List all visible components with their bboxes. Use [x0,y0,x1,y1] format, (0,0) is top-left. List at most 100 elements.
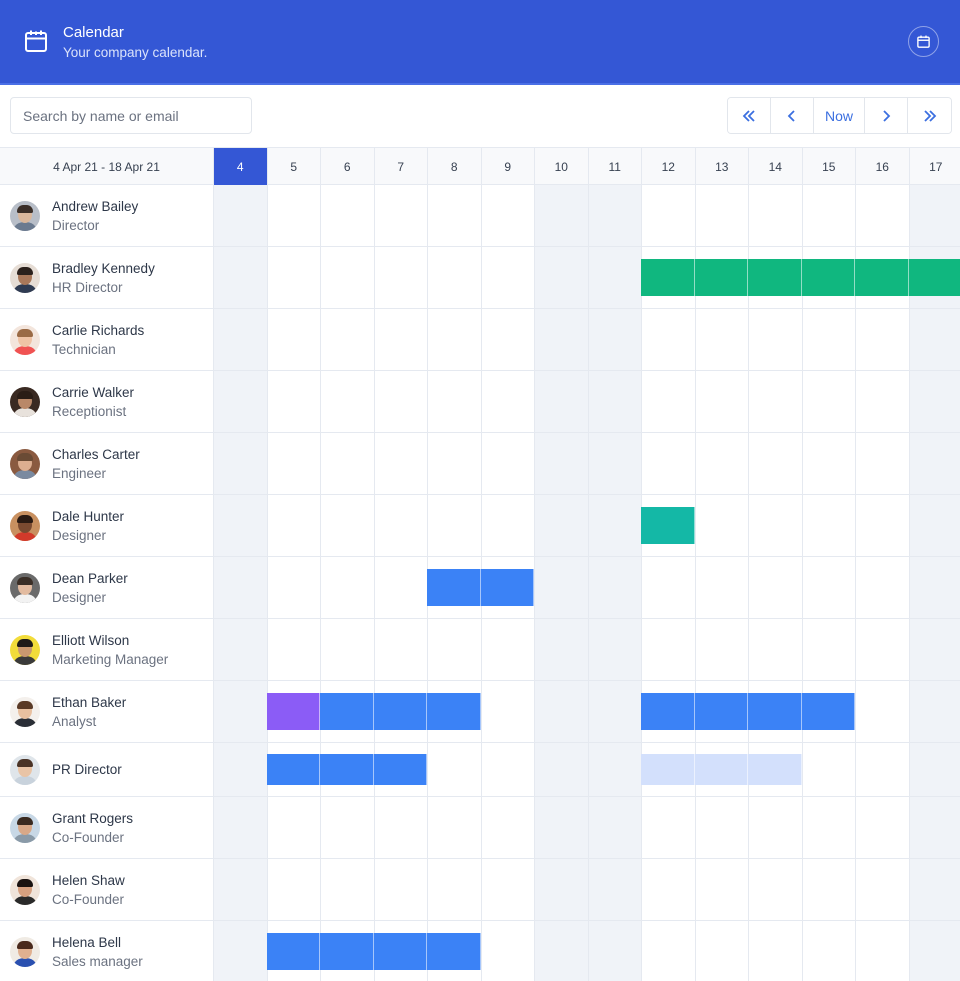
event-block-blue[interactable] [694,693,748,730]
person-row: Helena Bell Sales manager [0,921,960,981]
person-text: Charles Carter Engineer [52,445,140,483]
event-block-light_blue[interactable] [748,754,802,785]
person-info[interactable]: Dean Parker Designer [0,557,213,618]
double-chevron-left-icon [742,109,755,122]
day-header-10[interactable]: 10 [534,148,588,185]
person-name: Grant Rogers [52,810,134,826]
person-info[interactable]: Elliott Wilson Marketing Manager [0,619,213,680]
person-text: Bradley Kennedy HR Director [52,259,155,297]
person-text: Elliott Wilson Marketing Manager [52,631,168,669]
person-name: Carrie Walker [52,384,135,400]
person-row: PR Director [0,743,960,797]
person-info[interactable]: Helen Shaw Co-Founder [0,859,213,920]
day-header-6[interactable]: 6 [320,148,374,185]
person-name: Andrew Bailey [52,198,139,214]
person-row: Elliott Wilson Marketing Manager [0,619,960,681]
person-info[interactable]: PR Director [0,743,213,796]
event-block-blue[interactable] [427,933,481,970]
person-info[interactable]: Andrew Bailey Director [0,185,213,246]
person-info[interactable]: Ethan Baker Analyst [0,681,213,742]
day-header-8[interactable]: 8 [427,148,481,185]
person-text: Dale Hunter Designer [52,507,124,545]
event-block-blue[interactable] [373,754,427,785]
person-info[interactable]: Charles Carter Engineer [0,433,213,494]
event-block-green[interactable] [748,259,802,296]
day-header-13[interactable]: 13 [694,148,749,185]
person-row: Andrew Bailey Director [0,185,960,247]
person-text: Ethan Baker Analyst [52,693,126,731]
person-name: Bradley Kennedy [52,260,155,276]
page-title: Calendar [63,24,124,41]
event-block-blue[interactable] [641,693,695,730]
event-block-green[interactable] [801,259,855,296]
person-info[interactable]: Bradley Kennedy HR Director [0,247,213,308]
event-block-green[interactable] [641,259,695,296]
event-block-green[interactable] [908,259,960,296]
event-block-blue[interactable] [480,569,534,606]
person-info[interactable]: Helena Bell Sales manager [0,921,213,981]
person-row: Carrie Walker Receptionist [0,371,960,433]
event-block-purple[interactable] [266,693,320,730]
event-block-blue[interactable] [373,933,427,970]
person-role: HR Director [52,279,123,295]
day-header-15[interactable]: 15 [801,148,856,185]
event-block-blue[interactable] [320,693,374,730]
person-info[interactable]: Carlie Richards Technician [0,309,213,370]
event-block-blue[interactable] [320,933,374,970]
day-header-17[interactable]: 17 [908,148,960,185]
person-row: Dean Parker Designer [0,557,960,619]
day-header-7[interactable]: 7 [373,148,428,185]
avatar [10,324,40,355]
day-header-14[interactable]: 14 [748,148,802,185]
event-block-blue[interactable] [427,569,481,606]
event-block-blue[interactable] [801,693,855,730]
avatar [10,634,40,665]
person-text: Helen Shaw Co-Founder [52,871,125,909]
person-row: Helen Shaw Co-Founder [0,859,960,921]
event-block-teal[interactable] [641,507,695,544]
day-header-11[interactable]: 11 [587,148,642,185]
search-input[interactable] [10,97,252,134]
avatar [10,874,40,905]
event-block-light_blue[interactable] [694,754,748,785]
event-block-blue[interactable] [748,693,802,730]
event-block-blue[interactable] [266,933,320,970]
person-row: Ethan Baker Analyst [0,681,960,743]
day-header-4[interactable]: 4 [213,148,267,185]
person-role: Receptionist [52,403,127,419]
person-text: Dean Parker Designer [52,569,128,607]
person-text: Andrew Bailey Director [52,197,138,235]
event-block-blue[interactable] [320,754,374,785]
now-button[interactable]: Now [814,98,865,133]
person-info[interactable]: Dale Hunter Designer [0,495,213,556]
event-block-green[interactable] [855,259,909,296]
person-row: Grant Rogers Co-Founder [0,797,960,859]
person-role: Designer [52,589,107,605]
avatar [10,262,40,293]
person-name: Charles Carter [52,446,140,462]
day-header-9[interactable]: 9 [480,148,535,185]
day-header-12[interactable]: 12 [641,148,695,185]
day-header-16[interactable]: 16 [855,148,909,185]
person-role: Analyst [52,713,97,729]
person-text: PR Director [52,760,122,779]
person-name: Carlie Richards [52,322,145,338]
calendar-picker-button[interactable] [908,26,939,57]
person-role: Technician [52,341,116,357]
event-block-blue[interactable] [373,693,427,730]
person-role: Sales manager [52,953,143,969]
person-info[interactable]: Grant Rogers Co-Founder [0,797,213,858]
day-header-5[interactable]: 5 [266,148,321,185]
first-page-button[interactable] [728,98,771,133]
person-info[interactable]: Carrie Walker Receptionist [0,371,213,432]
avatar [10,386,40,417]
last-page-button[interactable] [908,98,951,133]
person-role: Engineer [52,465,107,481]
event-block-green[interactable] [694,259,748,296]
event-block-blue[interactable] [266,754,320,785]
next-button[interactable] [865,98,908,133]
person-text: Grant Rogers Co-Founder [52,809,133,847]
event-block-blue[interactable] [427,693,481,730]
previous-button[interactable] [771,98,814,133]
event-block-light_blue[interactable] [641,754,695,785]
